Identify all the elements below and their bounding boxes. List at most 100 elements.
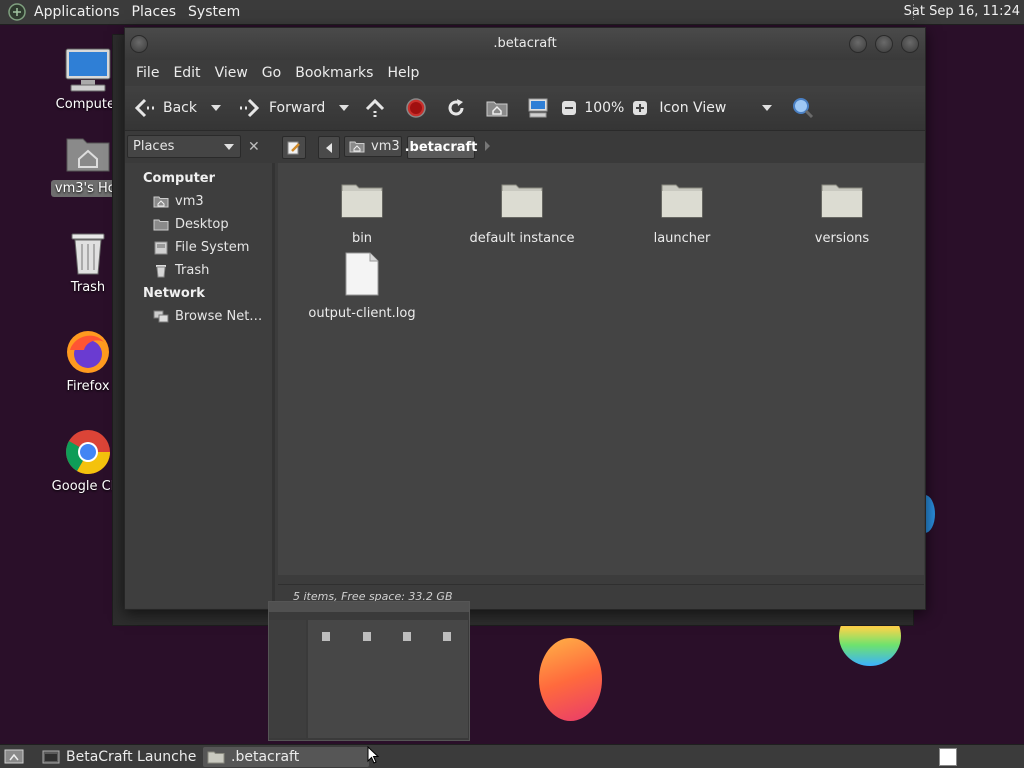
file-item-bin[interactable]: bin [297, 177, 427, 246]
taskbar-item-betacraft-launcher[interactable]: BetaCraft Launcher ... [38, 747, 196, 767]
zoom-out-icon [562, 101, 577, 115]
up-arrow-icon [366, 98, 385, 117]
forward-arrow-icon [240, 98, 259, 118]
back-arrow-icon [135, 98, 154, 118]
preview-titlebar [269, 602, 469, 612]
trash-icon [153, 264, 169, 278]
menu-help[interactable]: Help [380, 65, 426, 81]
view-mode-select[interactable]: Icon View [659, 100, 773, 116]
home-button[interactable] [486, 99, 508, 117]
menu-view[interactable]: View [208, 65, 255, 81]
file-item-default-instance[interactable]: default instance [457, 177, 587, 246]
top-panel: Applications Places System Sat Sep 16, 1… [0, 0, 1024, 25]
trash-icon [63, 228, 113, 278]
file-item-output-client-log[interactable]: output-client.log [297, 252, 427, 321]
folder-icon [661, 184, 703, 218]
home-icon [349, 141, 365, 153]
breadcrumb-label: vm3 [371, 139, 400, 154]
close-button[interactable] [901, 35, 919, 53]
file-item-versions[interactable]: versions [777, 177, 907, 246]
menu-places[interactable]: Places [126, 0, 183, 24]
home-icon [153, 195, 169, 209]
show-desktop-icon[interactable] [4, 748, 24, 765]
home-folder-icon [63, 128, 113, 178]
file-name: launcher [653, 231, 711, 246]
wallpaper-orange-blob [539, 638, 602, 721]
bottom-panel: BetaCraft Launcher ... .betacraft [0, 744, 1024, 768]
chrome-icon [63, 427, 113, 477]
zoom-in-button[interactable] [632, 100, 648, 116]
reload-button[interactable] [446, 98, 466, 118]
maximize-button[interactable] [875, 35, 893, 53]
sidebar-item-label: Desktop [175, 217, 229, 232]
taskbar-item-betacraft-folder[interactable]: .betacraft [203, 747, 369, 767]
file-item-launcher[interactable]: launcher [617, 177, 747, 246]
file-name: bin [351, 231, 373, 246]
back-label: Back [163, 100, 197, 116]
file-name: output-client.log [308, 306, 416, 321]
stop-icon [406, 98, 427, 118]
taskbar-item-label: BetaCraft Launcher ... [66, 749, 196, 765]
view-mode-dropdown-icon [762, 105, 773, 111]
breadcrumb-betacraft[interactable]: .betacraft [405, 136, 477, 159]
back-history-dropdown[interactable] [211, 105, 221, 111]
breadcrumb-vm3[interactable]: vm3 [344, 136, 402, 157]
menu-system[interactable]: System [182, 0, 246, 24]
window-menu-button[interactable] [130, 35, 148, 53]
folder-icon [207, 749, 225, 765]
firefox-icon [63, 327, 113, 377]
computer-icon [63, 45, 113, 95]
search-button[interactable] [792, 97, 814, 119]
window-preview-thumbnail[interactable] [268, 601, 470, 741]
up-button[interactable] [365, 98, 385, 118]
zoom-level: 100% [584, 100, 625, 116]
sidebar-item-trash[interactable]: Trash [125, 259, 272, 282]
places-sidebar: Computer vm3 Desktop File System Trash N… [125, 163, 275, 608]
sidebar-heading-computer: Computer [143, 171, 216, 186]
edit-icon [287, 141, 300, 154]
file-view[interactable]: bin default instance launcher versions o… [278, 163, 924, 575]
file-name: versions [814, 231, 870, 246]
sidebar-type-select[interactable]: Places [127, 135, 241, 158]
toggle-location-entry-button[interactable] [282, 136, 306, 159]
menu-file[interactable]: File [129, 65, 166, 81]
menu-bookmarks[interactable]: Bookmarks [288, 65, 380, 81]
sidebar-item-label: Browse Net… [175, 309, 263, 324]
folder-icon [501, 184, 543, 218]
minimize-button[interactable] [849, 35, 867, 53]
file-manager-window: .betacraft File Edit View Go Bookmarks H… [124, 27, 926, 610]
zoom-in-icon [633, 101, 648, 115]
forward-history-dropdown[interactable] [339, 105, 350, 111]
breadcrumb-scroll-left[interactable] [318, 136, 340, 159]
preview-folder-icon [403, 632, 411, 641]
network-icon [153, 310, 169, 324]
close-sidebar-icon[interactable]: ✕ [248, 139, 260, 155]
sidebar-item-desktop[interactable]: Desktop [125, 213, 272, 236]
menu-go[interactable]: Go [255, 65, 288, 81]
menu-applications[interactable]: Applications [28, 0, 126, 24]
zoom-out-button[interactable] [561, 100, 577, 116]
home-folder-icon [486, 101, 508, 117]
workspace-switcher[interactable] [939, 748, 957, 766]
sidebar-item-label: vm3 [175, 194, 204, 209]
search-icon [793, 98, 814, 119]
sidebar-item-vm3[interactable]: vm3 [125, 190, 272, 213]
sidebar-item-file-system[interactable]: File System [125, 236, 272, 259]
distro-logo-icon[interactable] [6, 1, 28, 23]
stop-button[interactable] [406, 98, 427, 118]
computer-button[interactable] [527, 98, 549, 118]
clock[interactable]: Sat Sep 16, 11:24 [904, 0, 1020, 24]
sidebar-item-browse-network[interactable]: Browse Net… [125, 305, 272, 328]
menu-edit[interactable]: Edit [166, 65, 207, 81]
preview-sidebar [269, 620, 306, 738]
mouse-cursor-icon [367, 746, 379, 764]
window-titlebar[interactable]: .betacraft [125, 28, 925, 60]
folder-icon [341, 184, 383, 218]
forward-button[interactable]: Forward [237, 98, 325, 118]
breadcrumb-scroll-right[interactable] [485, 141, 490, 151]
drive-icon [153, 241, 169, 255]
desktop-icon [153, 218, 169, 232]
back-button[interactable]: Back [135, 98, 197, 118]
chevron-left-icon [326, 142, 332, 153]
computer-icon [528, 98, 548, 118]
